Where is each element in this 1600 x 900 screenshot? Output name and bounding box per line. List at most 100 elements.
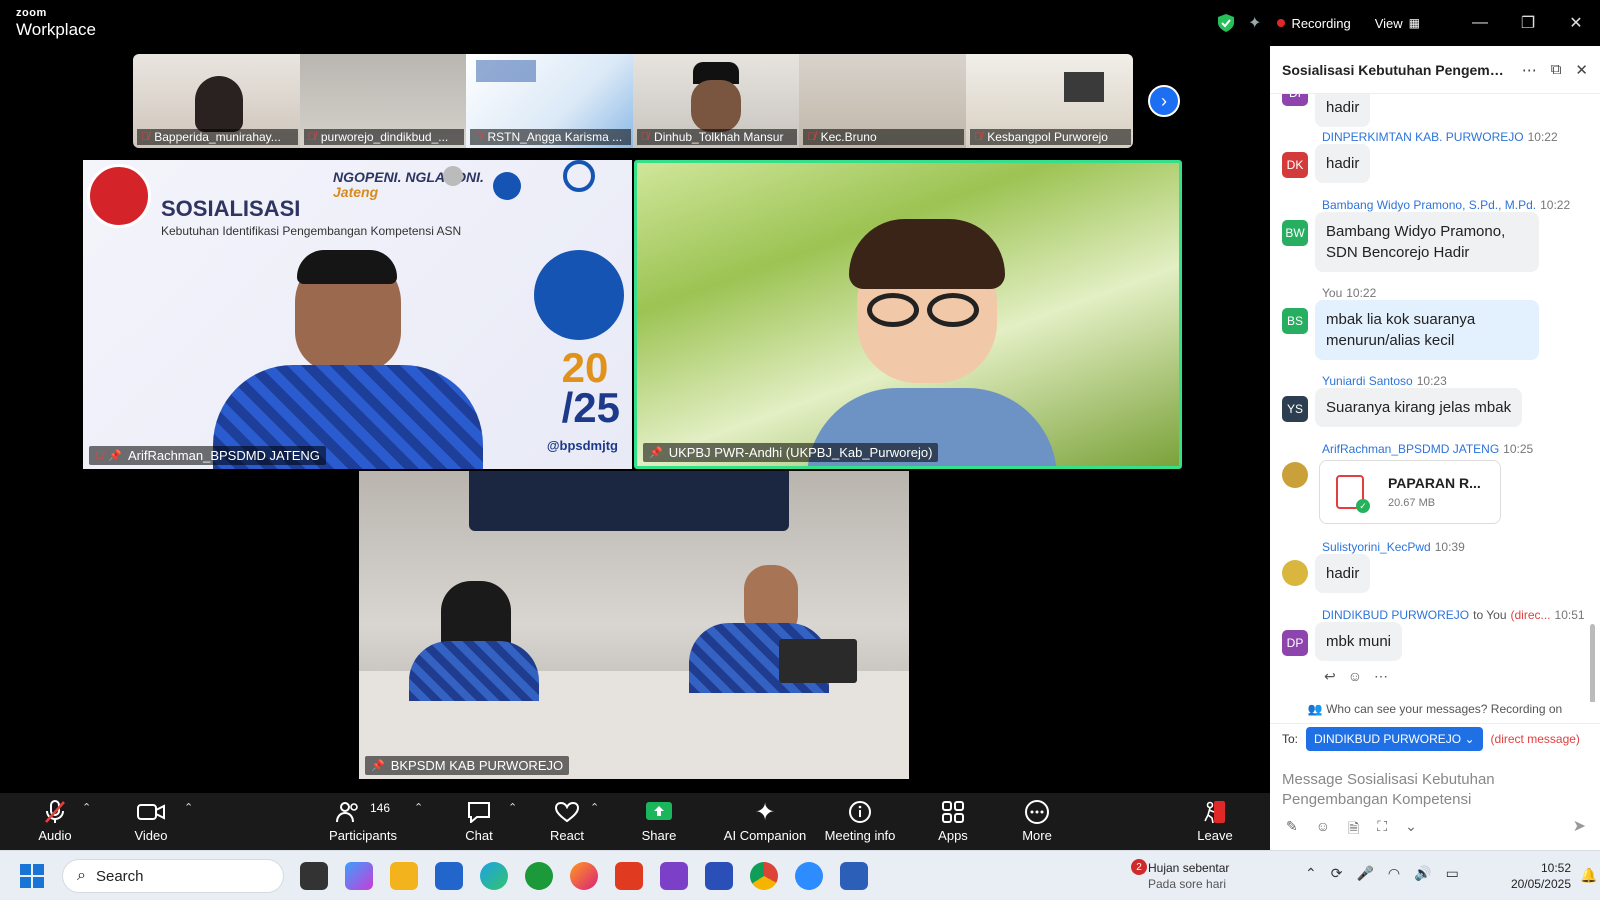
react-options-caret[interactable]: ⌃ [590,801,599,814]
battery-icon[interactable]: ▭ [1446,865,1459,882]
shield-icon[interactable] [1218,14,1235,32]
recipient-dropdown[interactable]: DINDIKBUD PURWOREJO ⌄ [1306,727,1483,751]
ai-sparkle-icon[interactable]: ✦ [1248,13,1261,33]
mic-off-icon: 🎙̸ [807,131,816,143]
video-tile-room[interactable]: 📌 BKPSDM KAB PURWOREJO [359,471,909,779]
copilot-icon[interactable] [345,862,373,890]
react-label: React [550,828,584,843]
pdf-reader-icon[interactable] [615,862,643,890]
share-button[interactable]: Share [614,799,704,847]
brand-top: zoom [16,7,47,19]
reply-icon[interactable]: ↩ [1324,668,1336,685]
clock[interactable]: 10:52 20/05/2025 [1501,860,1571,892]
view-button[interactable]: View ▦ [1375,16,1420,31]
video-button[interactable]: Video [106,799,196,847]
task-view-icon[interactable] [300,862,328,890]
meeting-toolbar: Audio ⌃ Video ⌃ 146 Participants ⌃ Chat … [0,793,1270,850]
edge-icon[interactable] [480,862,508,890]
avatar: DK [1282,152,1308,178]
sender-name: Yuniardi Santoso [1322,374,1413,388]
search-label: Search [95,867,144,885]
participants-button[interactable]: 146 Participants [318,799,408,847]
leave-button[interactable]: Leave [1170,799,1260,847]
message-bubble: mbk muni [1315,622,1403,661]
chat-scrollbar[interactable] [1590,624,1595,702]
meeting-info-button[interactable]: Meeting info [814,799,906,847]
recording-dot-icon [1277,19,1286,27]
recording-indicator[interactable]: Recording [1277,16,1351,31]
weather-title: Hujan sebentar [1148,861,1230,875]
chrome-icon[interactable] [750,862,778,890]
video-tile-presenter[interactable]: NGOPENI. NGLAKONI. Jateng SOSIALISASI Keb… [83,160,632,469]
microphone-icon[interactable]: 🎤 [1356,865,1373,882]
store-icon[interactable] [435,862,463,890]
pop-out-icon[interactable]: ⧉ [1551,61,1562,79]
add-reaction-icon[interactable]: ☺ [1348,668,1362,685]
next-page-button[interactable]: › [1148,85,1180,117]
audio-options-caret[interactable]: ⌃ [82,801,91,814]
firefox-icon[interactable] [570,862,598,890]
close-window-button[interactable]: ✕ [1552,0,1600,46]
pin-icon: 📌 [649,447,663,459]
slide-subtitle: Kebutuhan Identifikasi Pengembangan Komp… [161,224,462,238]
file-icon[interactable]: 🗎 [1348,818,1359,842]
share-screen-icon [646,802,672,820]
participant-thumb[interactable]: 🎙̸ purworejo_dindikbud_... [299,54,467,148]
file-attachment[interactable]: ✓ PAPARAN R... 20.67 MB [1319,460,1501,524]
participant-name: Dinhub_Tolkhah Mansur [654,130,784,144]
chevron-up-icon[interactable]: ⌃ [1305,865,1317,882]
camera-app-icon[interactable] [660,862,688,890]
video-tile-avatar[interactable]: 📌 UKPBJ PWR-Andhi (UKPBJ_Kab_Purworejo) [634,160,1182,469]
more-options-icon[interactable]: ⋯ [1522,61,1537,79]
volume-icon[interactable]: 🔊 [1414,865,1431,882]
person-left-body [409,641,539,701]
chat-options-caret[interactable]: ⌃ [508,801,517,814]
format-icon[interactable]: ✎ [1286,818,1298,842]
emoji-icon[interactable]: ☺ [1316,818,1330,842]
more-actions-icon[interactable]: ⋯ [1374,668,1388,685]
chevron-down-icon[interactable]: ⌄ [1405,818,1417,842]
wifi-icon[interactable]: ◠ [1388,865,1400,882]
apps-button[interactable]: Apps [908,799,998,847]
message-bubble: hadir [1315,554,1371,593]
restore-button[interactable]: ❐ [1504,0,1552,46]
participant-thumb[interactable]: 🎙̸ Kec.Bruno [799,54,966,148]
chevron-down-icon: ⌄ [1464,732,1475,746]
heart-icon [554,801,580,823]
notification-bell-icon[interactable]: 🔔 [1580,867,1597,884]
windows-start-icon[interactable] [20,864,44,888]
participant-thumb[interactable]: 🎙̸ RSTN_Angga Karisma ... [466,54,633,148]
minimize-button[interactable]: — [1456,0,1504,46]
drawing-app-icon[interactable] [705,862,733,890]
ai-sparkle-icon: ✦ [754,798,776,826]
participant-thumb[interactable]: 🎙̸ Dinhub_Tolkhah Mansur [632,54,800,148]
avatar: BS [1282,308,1308,334]
avatar: DI [1282,94,1308,106]
video-options-caret[interactable]: ⌃ [184,801,193,814]
mic-off-icon: 🎙̸ [474,131,483,143]
sync-icon[interactable]: ⟳ [1331,865,1343,882]
screenshot-icon[interactable]: ⛶ [1377,818,1387,842]
message-input[interactable]: Message Sosialisasi Kebutuhan Pengembang… [1282,770,1582,811]
participant-thumb[interactable]: 🎙̸ Bapperida_munirahay... [133,54,300,148]
sender-name: You [1322,286,1343,300]
zoom-icon[interactable] [795,862,823,890]
message-bubble: hadir [1315,144,1371,183]
send-icon[interactable]: ➤ [1573,816,1586,836]
presenter-hair [297,250,397,284]
file-explorer-icon[interactable] [390,862,418,890]
camera-icon [137,804,165,820]
weather-widget[interactable]: Hujan sebentar Pada sore hari [1148,860,1229,892]
taskbar-search[interactable]: ⌕ Search [62,859,284,893]
pin-icon: 📌 [371,760,385,772]
avatar: DP [1282,630,1308,656]
close-icon[interactable]: ✕ [1575,61,1588,79]
participant-thumb[interactable]: 🎙̸ Kesbangpol Purworejo [965,54,1133,148]
privacy-notice[interactable]: 👥 Who can see your messages? Recording o… [1270,702,1600,724]
participants-options-caret[interactable]: ⌃ [414,801,423,814]
avatar-glasses-left [867,293,919,327]
word-icon[interactable] [840,862,868,890]
xbox-icon[interactable] [525,862,553,890]
more-button[interactable]: More [992,799,1082,847]
ai-companion-button[interactable]: ✦ AI Companion [714,799,816,847]
